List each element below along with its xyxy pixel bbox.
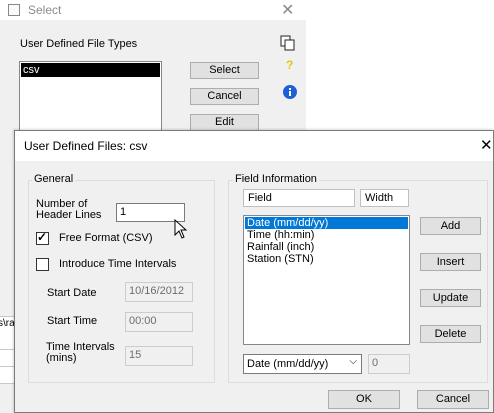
mouse-cursor-icon <box>174 219 188 239</box>
start-date-input[interactable]: 10/16/2012 <box>125 282 193 302</box>
width-column-header: Width <box>360 189 409 207</box>
select-button[interactable]: Select <box>190 62 259 79</box>
side-toolbar: ? <box>280 0 494 130</box>
app-icon <box>8 4 20 16</box>
free-format-label: Free Format (CSV) <box>59 232 153 244</box>
time-intervals-label: Introduce Time Intervals <box>59 258 177 270</box>
file-types-label: User Defined File Types <box>20 38 138 50</box>
header-lines-label: Number of Header Lines <box>36 198 102 221</box>
start-date-label: Start Date <box>47 287 97 299</box>
dialog-title: User Defined Files: csv <box>24 139 148 153</box>
delete-button[interactable]: Delete <box>420 325 481 343</box>
start-time-label: Start Time <box>47 315 98 327</box>
table-row <box>0 367 14 384</box>
dialog-titlebar: User Defined Files: csv ✕ <box>15 131 493 161</box>
time-intervals-mins-label: Time Intervals (mins) <box>46 341 115 364</box>
table-row: s\ra <box>0 316 14 334</box>
field-type-select-value: Date (mm/dd/yy) <box>247 358 329 370</box>
field-column-header: Field <box>243 189 355 207</box>
edit-button[interactable]: Edit <box>190 114 259 131</box>
free-format-checkbox[interactable]: ✓ <box>36 230 49 245</box>
select-window-title: Select <box>28 3 62 17</box>
close-icon[interactable]: ✕ <box>281 0 294 20</box>
help-icon[interactable]: ? <box>286 58 293 72</box>
chevron-down-icon: ⌵ <box>349 356 357 367</box>
ok-button[interactable]: OK <box>328 390 400 409</box>
list-item[interactable]: Date (mm/dd/yy) <box>245 217 408 229</box>
file-types-list[interactable]: csv <box>19 61 162 141</box>
add-button[interactable]: Add <box>420 217 481 235</box>
select-window: Select ✕ User Defined File Types csv Sel… <box>0 0 307 141</box>
start-time-input[interactable]: 00:00 <box>125 312 193 332</box>
cell-fragment: s\ra <box>0 318 14 329</box>
info-icon[interactable] <box>282 84 298 100</box>
width-input[interactable]: 0 <box>368 354 410 374</box>
copy-icon[interactable] <box>280 35 296 51</box>
table-row <box>0 350 14 367</box>
table-row <box>0 333 14 350</box>
list-item[interactable]: Time (hh:min) <box>245 229 408 241</box>
general-group-label: General <box>32 173 76 185</box>
field-type-select[interactable]: Date (mm/dd/yy) ⌵ <box>243 354 362 374</box>
list-item[interactable]: Station (STN) <box>245 253 408 265</box>
close-icon[interactable]: ✕ <box>480 136 493 154</box>
checkmark-icon: ✓ <box>37 230 48 244</box>
list-item[interactable]: csv <box>21 63 160 77</box>
background-table-strip: s\ra <box>0 140 14 413</box>
cancel-button[interactable]: Cancel <box>417 390 489 409</box>
user-defined-files-dialog: User Defined Files: csv ✕ General Number… <box>14 130 494 413</box>
time-intervals-checkbox[interactable] <box>36 258 49 271</box>
select-titlebar: Select ✕ <box>0 0 306 20</box>
cancel-button[interactable]: Cancel <box>190 88 259 105</box>
field-information-label: Field Information <box>233 173 319 185</box>
update-button[interactable]: Update <box>420 289 481 307</box>
insert-button[interactable]: Insert <box>420 253 481 271</box>
list-item[interactable]: Rainfall (inch) <box>245 241 408 253</box>
fields-list[interactable]: Date (mm/dd/yy) Time (hh:min) Rainfall (… <box>243 215 410 345</box>
time-intervals-input[interactable]: 15 <box>125 346 193 366</box>
